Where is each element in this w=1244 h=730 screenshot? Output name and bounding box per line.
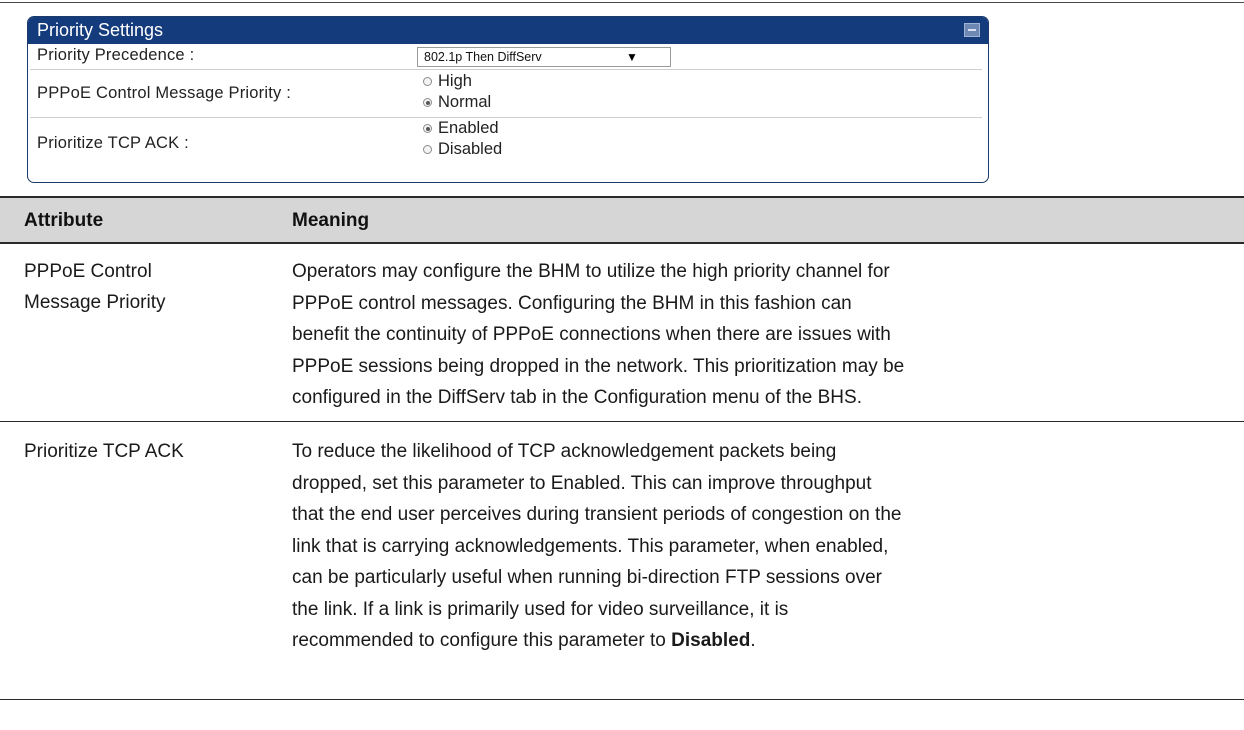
panel-title: Priority Settings — [37, 20, 164, 40]
priority-precedence-value: 802.1p Then DiffServ — [424, 50, 542, 64]
meaning-line: dropped, set this parameter to Enabled. … — [292, 472, 872, 494]
tcp-enabled-option[interactable]: Enabled — [423, 119, 499, 138]
pppoe-priority-label: PPPoE Control Message Priority : — [37, 84, 291, 102]
meaning-cell: Operators may configure the BHM to utili… — [292, 256, 1222, 414]
attribute-cell: PPPoE Control Message Priority — [24, 256, 274, 318]
attribute-table: Attribute Meaning PPPoE Control Message … — [0, 196, 1244, 700]
attribute-line: PPPoE Control — [24, 261, 152, 282]
tcp-ack-label: Prioritize TCP ACK : — [37, 134, 189, 152]
priority-settings-panel: Priority Settings Priority Precedence : … — [27, 16, 989, 183]
tcp-ack-row: Prioritize TCP ACK : Enabled Disabled — [28, 118, 988, 164]
meaning-line: the link. If a link is primarily used fo… — [292, 598, 789, 620]
priority-precedence-row: Priority Precedence : 802.1p Then DiffSe… — [28, 44, 988, 69]
meaning-bold-value: Disabled — [671, 630, 751, 651]
meaning-line: PPPoE control messages. Configuring the … — [292, 292, 852, 314]
attribute-line: Prioritize TCP ACK — [24, 441, 184, 462]
table-header: Attribute Meaning — [0, 196, 1244, 244]
radio-icon[interactable] — [423, 145, 432, 154]
meaning-text: recommended to configure this parameter … — [292, 630, 672, 651]
radio-icon[interactable] — [423, 77, 432, 86]
meaning-line: benefit the continuity of PPPoE connecti… — [292, 324, 891, 345]
priority-precedence-label: Priority Precedence : — [37, 46, 195, 64]
attribute-cell: Prioritize TCP ACK — [24, 436, 274, 467]
meaning-line: recommended to configure this parameter … — [292, 625, 1222, 657]
panel-header: Priority Settings — [28, 17, 988, 44]
meaning-line: link that is carrying acknowledgements. … — [292, 535, 889, 557]
meaning-line: PPPoE sessions being dropped in the netw… — [292, 355, 905, 377]
dropdown-arrow-icon: ▼ — [626, 50, 638, 64]
table-row: Prioritize TCP ACK To reduce the likelih… — [0, 422, 1244, 700]
priority-precedence-select[interactable]: 802.1p Then DiffServ ▼ — [417, 47, 671, 67]
collapse-icon[interactable] — [964, 23, 980, 37]
table-row: PPPoE Control Message Priority Operators… — [0, 244, 1244, 422]
radio-checked-icon[interactable] — [423, 98, 432, 107]
radio-checked-icon[interactable] — [423, 124, 432, 133]
top-rule — [0, 2, 1244, 3]
header-meaning: Meaning — [292, 210, 370, 231]
meaning-line: configured in the DiffServ tab in the Co… — [292, 387, 862, 408]
pppoe-normal-option[interactable]: Normal — [423, 93, 491, 112]
tcp-disabled-label: Disabled — [438, 140, 503, 158]
header-attribute: Attribute — [24, 210, 104, 231]
pppoe-high-option[interactable]: High — [423, 72, 472, 91]
attribute-line: Message Priority — [24, 292, 166, 313]
meaning-cell: To reduce the likelihood of TCP acknowle… — [292, 436, 1222, 657]
meaning-line: that the end user perceives during trans… — [292, 504, 902, 525]
meaning-line: To reduce the likelihood of TCP acknowle… — [292, 441, 837, 462]
tcp-enabled-label: Enabled — [438, 119, 499, 137]
pppoe-priority-row: PPPoE Control Message Priority : High No… — [28, 70, 988, 116]
meaning-period: . — [750, 630, 756, 651]
meaning-line: Operators may configure the BHM to utili… — [292, 261, 890, 282]
pppoe-normal-label: Normal — [438, 93, 492, 111]
tcp-disabled-option[interactable]: Disabled — [423, 140, 502, 159]
pppoe-high-label: High — [438, 72, 472, 90]
meaning-line: can be particularly useful when running … — [292, 567, 883, 588]
